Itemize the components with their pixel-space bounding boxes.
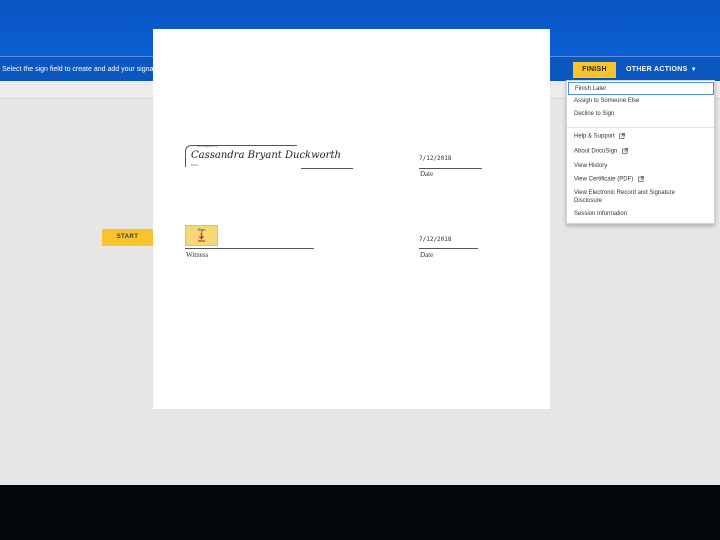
sign-field[interactable]: Sign (185, 225, 218, 246)
menu-item-session-info[interactable]: Session Information (574, 211, 627, 217)
menu-item-label: View Certificate (PDF) (574, 176, 634, 183)
menu-item-label: About DocuSign (574, 148, 618, 155)
menu-divider (567, 127, 714, 128)
date-label-2: Date (420, 251, 434, 259)
menu-item-finish-later[interactable]: Finish Later (568, 82, 714, 95)
menu-item-electronic-record[interactable]: View Electronic Record and Signature Dis… (574, 189, 702, 205)
external-link-icon (622, 148, 628, 154)
menu-item-view-certificate[interactable]: View Certificate (PDF) (574, 176, 644, 183)
finish-button[interactable]: FINISH (573, 62, 616, 78)
menu-item-decline[interactable]: Decline to Sign (574, 111, 614, 117)
external-link-icon (619, 133, 626, 139)
date-value-1: 7/12/2018 (419, 155, 452, 162)
signature-hash: 8F3A... (191, 163, 201, 167)
sign-arrow-icon (198, 232, 205, 242)
menu-item-assign[interactable]: Assign to Someone Else (574, 98, 639, 104)
witness-label: Witness (186, 251, 209, 259)
witness-line (185, 248, 314, 249)
date-line-2 (419, 248, 478, 249)
signature-image: Cassandra Bryant Duckworth (191, 150, 341, 161)
instruction-text: Select the sign field to create and add … (2, 66, 168, 73)
bottom-letterbox (0, 485, 720, 540)
document-page (153, 29, 550, 409)
menu-item-label: Help & Support (574, 133, 615, 140)
other-actions-menu: Finish Later Assign to Someone Else Decl… (566, 80, 715, 224)
other-actions-label: OTHER ACTIONS (626, 66, 688, 73)
date-line-1 (419, 168, 482, 169)
other-actions-button[interactable]: OTHER ACTIONS ▼ (626, 62, 697, 78)
start-button[interactable]: START (102, 229, 153, 246)
menu-item-about[interactable]: About DocuSign (574, 148, 628, 155)
caret-down-icon: ▼ (690, 67, 697, 73)
menu-item-help-support[interactable]: Help & Support (574, 133, 626, 140)
date-label-1: Date (420, 170, 434, 178)
signature-line (301, 168, 353, 169)
menu-item-view-history[interactable]: View History (574, 163, 607, 169)
external-link-icon (638, 176, 644, 182)
date-value-2: 7/12/2018 (419, 236, 452, 243)
